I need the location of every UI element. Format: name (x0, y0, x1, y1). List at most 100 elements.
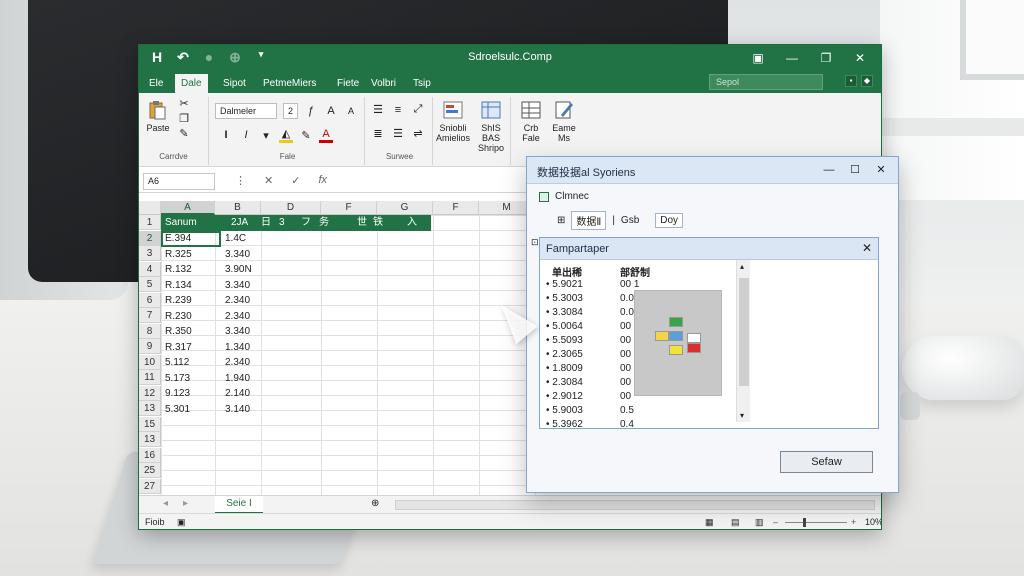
list-item[interactable]: • 2.3065 (546, 348, 583, 362)
cell-b[interactable]: 3.340 (225, 278, 250, 293)
border-icon[interactable]: ▾ (259, 129, 273, 142)
cell-b[interactable]: 1.940 (225, 371, 250, 386)
list-item[interactable]: • 1.8009 (546, 362, 583, 376)
align-top-icon[interactable]: ☰ (371, 103, 385, 116)
list-item[interactable]: • 3.3084 (546, 306, 583, 320)
column-header-d[interactable]: D (261, 201, 321, 215)
cell-a[interactable]: R.350 (165, 324, 192, 339)
tab-insert[interactable]: Sipot (217, 74, 252, 93)
cell-b[interactable]: 2.140 (225, 386, 250, 401)
row-header[interactable]: 15 (139, 416, 161, 432)
tab-home[interactable]: Dale (175, 74, 208, 93)
cell-a[interactable]: R.317 (165, 340, 192, 355)
list-item[interactable]: • 5.9003 (546, 404, 583, 418)
scroll-down-icon[interactable]: ▾ (740, 411, 744, 420)
row-header[interactable]: 13 (139, 401, 161, 416)
row-header[interactable]: 8 (139, 323, 161, 339)
tab-formulas[interactable]: Fiete (331, 74, 365, 93)
row-header[interactable]: 2 (139, 230, 161, 246)
header-cell[interactable]: 务 (319, 216, 329, 230)
row-header[interactable]: 9 (139, 339, 161, 354)
tab-file[interactable]: Ele (143, 74, 169, 93)
cell-a[interactable]: 5.112 (165, 355, 189, 370)
row-header[interactable]: 27 (139, 478, 161, 494)
cancel-icon[interactable]: ✕ (264, 174, 273, 187)
row-header[interactable]: 12 (139, 385, 161, 401)
highlight-icon[interactable]: ✎ (299, 129, 313, 142)
font-color-icon[interactable]: A (319, 128, 333, 143)
cell-b[interactable]: 3.90N (225, 262, 252, 277)
cell-b[interactable]: 2.340 (225, 309, 250, 324)
italic-button[interactable]: I (239, 129, 253, 141)
zoom-level[interactable]: 10% (865, 514, 881, 529)
cell-a[interactable]: E.394 (165, 231, 191, 246)
column-header-b[interactable]: B (215, 201, 261, 215)
cell-b[interactable]: 3.140 (225, 402, 250, 417)
column-header-a[interactable]: A (161, 201, 215, 215)
list-item[interactable]: • 5.5093 (546, 334, 583, 348)
zoom-slider[interactable] (785, 522, 847, 523)
row-header[interactable]: 10 (139, 354, 161, 370)
cell-b[interactable]: 3.340 (225, 247, 250, 262)
insert-function-icon[interactable]: fx (318, 174, 327, 187)
list-item[interactable]: • 2.9012 (546, 390, 583, 404)
dialog-small-button[interactable]: Doy (655, 213, 684, 228)
zoom-out-icon[interactable]: – (773, 514, 778, 529)
bold-button[interactable]: I (219, 129, 233, 141)
cut-icon[interactable]: ✂ (177, 97, 191, 110)
wrap-text-icon[interactable]: ⇌ (411, 127, 425, 140)
search-input[interactable]: Sepol (709, 74, 823, 90)
font-size-select[interactable]: 2 (283, 103, 299, 119)
inner-close-icon[interactable]: ✕ (862, 241, 872, 255)
tab-review[interactable]: Volbri (365, 74, 402, 93)
cell-b[interactable]: 2.340 (225, 355, 250, 370)
row-header[interactable]: 5 (139, 277, 161, 292)
close-button[interactable]: ✕ (843, 47, 877, 69)
confirm-button[interactable]: Sefaw (780, 451, 873, 473)
row-header[interactable]: 25 (139, 463, 161, 478)
cell-a[interactable]: 5.301 (165, 402, 190, 417)
normal-view-icon[interactable]: ▦ (705, 514, 714, 529)
column-header-f[interactable]: F (321, 201, 377, 215)
cell-b[interactable]: 1.340 (225, 340, 250, 355)
cell-a[interactable]: R.134 (165, 278, 192, 293)
column-header-f2[interactable]: F (433, 201, 479, 215)
insert-cells-button[interactable]: Crb Fale (515, 99, 547, 143)
ribbon-display-icon[interactable]: ▣ (741, 47, 775, 69)
list-item[interactable]: • 5.0064 (546, 320, 583, 334)
sheet-tab[interactable]: Seie I (215, 496, 263, 514)
header-cell[interactable]: 世 (357, 216, 367, 230)
share-icon[interactable]: ▪ (845, 75, 857, 87)
list-item[interactable]: • 5.3962 (546, 418, 583, 432)
name-box[interactable]: A6 (143, 173, 215, 190)
dialog-minimize-button[interactable]: — (816, 160, 842, 180)
sheet-prev-icon[interactable]: ◂ (163, 498, 168, 509)
list-item[interactable]: • 5.9021 (546, 278, 583, 292)
list-item[interactable]: • 5.3003 (546, 292, 583, 306)
zoom-thumb[interactable] (803, 518, 806, 527)
dialog-maximize-button[interactable]: ☐ (842, 160, 868, 180)
orientation-icon[interactable]: ⤢ (411, 103, 425, 116)
format-table-button[interactable]: ShIS BAS Shripo (471, 99, 511, 153)
row-header[interactable]: 16 (139, 447, 161, 463)
align-left-icon[interactable]: ≣ (371, 127, 385, 140)
header-cell[interactable]: Sanum (165, 216, 197, 230)
more-icon[interactable]: ⋮ (235, 174, 246, 187)
header-cell[interactable]: 入 (407, 216, 417, 230)
row-header[interactable]: 1 (139, 215, 161, 230)
cell-b[interactable]: 1.4C (225, 231, 246, 246)
cell-b[interactable]: 3.340 (225, 324, 250, 339)
column-header-g[interactable]: G (377, 201, 433, 215)
page-layout-icon[interactable]: ▤ (731, 514, 740, 529)
copy-icon[interactable]: ❐ (177, 112, 191, 125)
maximize-button[interactable]: ❐ (809, 47, 843, 69)
select-all-corner[interactable] (139, 201, 161, 215)
scroll-thumb[interactable] (739, 278, 749, 386)
option-checkbox[interactable] (539, 191, 549, 202)
list-scrollbar[interactable]: ▴ ▾ (736, 260, 750, 422)
account-icon[interactable]: ◆ (861, 75, 873, 87)
shrink-font-icon[interactable]: A (344, 106, 358, 116)
minimize-button[interactable]: — (775, 47, 809, 69)
row-header[interactable]: 7 (139, 308, 161, 323)
header-cell[interactable]: 日 (261, 216, 271, 230)
